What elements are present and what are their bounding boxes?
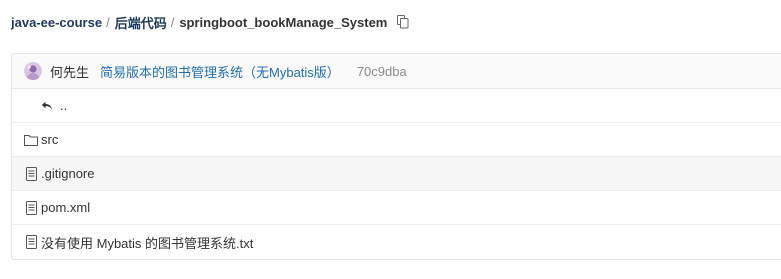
breadcrumb-owner-link[interactable]: java-ee-course bbox=[11, 15, 102, 30]
file-tree: 何先生 简易版本的图书管理系统（无Mybatis版） 70c9dba .. sr… bbox=[11, 53, 781, 260]
tree-item-name: 没有使用 Mybatis 的图书管理系统.txt bbox=[41, 235, 254, 251]
tree-item-name: .gitignore bbox=[41, 166, 95, 181]
tree-item-name: pom.xml bbox=[41, 200, 91, 215]
parent-directory-label: .. bbox=[60, 98, 68, 113]
parent-directory-row[interactable]: .. bbox=[12, 89, 781, 123]
tree-row-pom-xml[interactable]: pom.xml bbox=[12, 191, 781, 225]
breadcrumb-repo: springboot_bookManage_System bbox=[179, 14, 388, 30]
breadcrumb-separator: / bbox=[106, 14, 110, 30]
breadcrumb-separator: / bbox=[170, 14, 175, 30]
tree-item-name: src bbox=[41, 132, 59, 147]
tree-row-readme-txt[interactable]: 没有使用 Mybatis 的图书管理系统.txt bbox=[12, 225, 781, 259]
file-icon bbox=[24, 200, 38, 215]
latest-commit-bar: 何先生 简易版本的图书管理系统（无Mybatis版） 70c9dba bbox=[12, 54, 781, 89]
breadcrumb: java-ee-course / 后端代码 / springboot_bookM… bbox=[11, 12, 410, 32]
folder-icon bbox=[24, 133, 38, 147]
commit-author[interactable]: 何先生 bbox=[50, 62, 89, 81]
commit-message-link[interactable]: 简易版本的图书管理系统（无Mybatis版） bbox=[100, 62, 340, 81]
avatar[interactable] bbox=[24, 62, 42, 80]
breadcrumb-folder-link[interactable]: 后端代码 bbox=[115, 13, 167, 32]
file-icon bbox=[24, 166, 38, 181]
tree-row-src[interactable]: src bbox=[12, 123, 781, 157]
copy-icon[interactable] bbox=[396, 14, 410, 30]
tree-row-gitignore[interactable]: .gitignore bbox=[12, 157, 781, 191]
reply-arrow-icon bbox=[40, 99, 54, 113]
file-icon bbox=[24, 235, 38, 249]
commit-sha-link[interactable]: 70c9dba bbox=[357, 64, 407, 79]
